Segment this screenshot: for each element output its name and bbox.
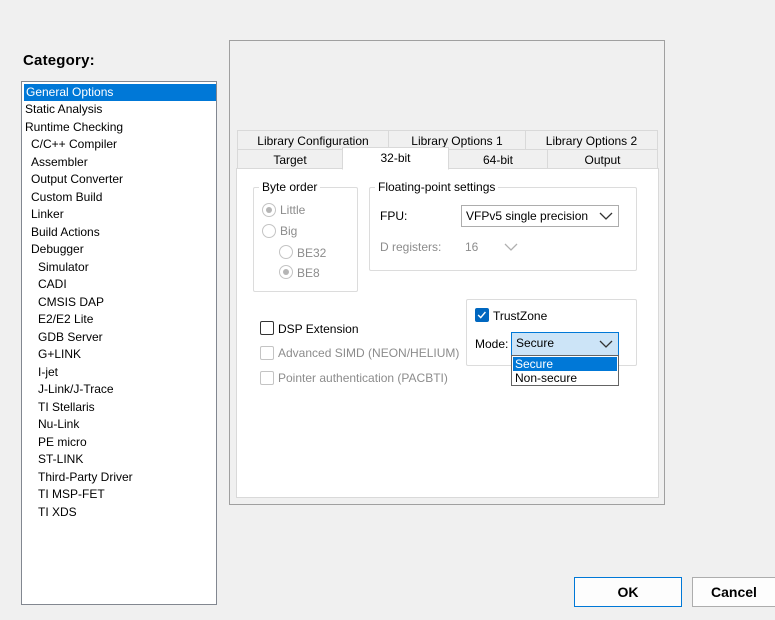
category-item-g-link[interactable]: G+LINK bbox=[38, 346, 81, 363]
radio-big-label: Big bbox=[280, 224, 298, 238]
category-item-st-link[interactable]: ST-LINK bbox=[38, 451, 83, 468]
advanced-simd-checkbox[interactable] bbox=[260, 346, 274, 360]
mode-select-value: Secure bbox=[516, 336, 555, 350]
chevron-down-icon bbox=[504, 243, 518, 251]
chevron-down-icon bbox=[599, 212, 613, 220]
category-item-i-jet[interactable]: I-jet bbox=[38, 364, 58, 381]
category-item-custom-build[interactable]: Custom Build bbox=[31, 189, 102, 206]
category-item-e2-e2-lite[interactable]: E2/E2 Lite bbox=[38, 311, 93, 328]
pacbti-label: Pointer authentication (PACBTI) bbox=[278, 371, 448, 385]
mode-label: Mode: bbox=[475, 337, 509, 351]
category-label: Category: bbox=[23, 52, 95, 69]
category-item-output-converter[interactable]: Output Converter bbox=[31, 171, 123, 188]
mode-option-secure[interactable]: Secure bbox=[513, 357, 617, 371]
checkmark-icon bbox=[477, 311, 486, 319]
category-item-assembler[interactable]: Assembler bbox=[31, 154, 88, 171]
pacbti-checkbox[interactable] bbox=[260, 371, 274, 385]
d-registers-select[interactable]: 16 bbox=[461, 237, 523, 259]
mode-option-non-secure[interactable]: Non-secure bbox=[513, 371, 617, 385]
tab-target[interactable]: Target bbox=[237, 149, 343, 169]
chevron-down-icon bbox=[599, 340, 613, 348]
dsp-extension-label: DSP Extension bbox=[278, 322, 359, 336]
radio-be8-label: BE8 bbox=[297, 266, 320, 280]
radio-be32-label: BE32 bbox=[297, 246, 327, 260]
tab-library-options-2[interactable]: Library Options 2 bbox=[525, 130, 658, 150]
category-item-j-link[interactable]: J-Link/J-Trace bbox=[38, 381, 114, 398]
floating-point-title: Floating-point settings bbox=[375, 180, 499, 194]
category-item-debugger[interactable]: Debugger bbox=[31, 241, 84, 258]
category-item-cadi[interactable]: CADI bbox=[38, 276, 67, 293]
tab-output[interactable]: Output bbox=[547, 149, 658, 169]
category-item-nu-link[interactable]: Nu-Link bbox=[38, 416, 79, 433]
radio-little[interactable] bbox=[262, 203, 276, 217]
category-item-runtime-checking[interactable]: Runtime Checking bbox=[25, 119, 123, 136]
category-item-linker[interactable]: Linker bbox=[31, 206, 64, 223]
category-item-ti-stellaris[interactable]: TI Stellaris bbox=[38, 399, 95, 416]
tab-64-bit[interactable]: 64-bit bbox=[448, 149, 548, 169]
radio-be32[interactable] bbox=[279, 245, 293, 259]
fpu-select-value: VFPv5 single precision bbox=[466, 209, 589, 223]
category-item-simulator[interactable]: Simulator bbox=[38, 259, 89, 276]
trustzone-checkbox[interactable] bbox=[475, 308, 489, 322]
category-item-gdb-server[interactable]: GDB Server bbox=[38, 329, 103, 346]
category-item-ti-msp-fet[interactable]: TI MSP-FET bbox=[38, 486, 105, 503]
cancel-button[interactable]: Cancel bbox=[692, 577, 775, 607]
byte-order-title: Byte order bbox=[259, 180, 321, 194]
fpu-label: FPU: bbox=[380, 209, 408, 223]
category-item-build-actions[interactable]: Build Actions bbox=[31, 224, 100, 241]
radio-be8[interactable] bbox=[279, 265, 293, 279]
d-registers-select-value: 16 bbox=[465, 240, 479, 254]
category-item-ti-xds[interactable]: TI XDS bbox=[38, 504, 77, 521]
d-registers-label: D registers: bbox=[380, 240, 442, 254]
dsp-extension-checkbox[interactable] bbox=[260, 321, 274, 335]
category-item-static-analysis[interactable]: Static Analysis bbox=[25, 101, 102, 118]
fpu-select[interactable]: VFPv5 single precision bbox=[461, 205, 619, 227]
mode-select[interactable]: Secure bbox=[511, 332, 619, 356]
radio-big[interactable] bbox=[262, 224, 276, 238]
category-item-pe-micro[interactable]: PE micro bbox=[38, 434, 87, 451]
ok-button[interactable]: OK bbox=[574, 577, 682, 607]
category-item-c-compiler[interactable]: C/C++ Compiler bbox=[31, 136, 117, 153]
category-item-third-party-driver[interactable]: Third-Party Driver bbox=[38, 469, 133, 486]
trustzone-label: TrustZone bbox=[493, 309, 548, 323]
category-item-general-options[interactable]: General Options bbox=[24, 84, 216, 101]
advanced-simd-label: Advanced SIMD (NEON/HELIUM) bbox=[278, 346, 460, 360]
category-list[interactable]: General Options Static Analysis Runtime … bbox=[21, 81, 217, 605]
radio-little-label: Little bbox=[280, 203, 306, 217]
tab-32-bit[interactable]: 32-bit bbox=[342, 147, 449, 170]
mode-dropdown-list: Secure Non-secure bbox=[511, 355, 619, 386]
category-item-cmsis-dap[interactable]: CMSIS DAP bbox=[38, 294, 104, 311]
